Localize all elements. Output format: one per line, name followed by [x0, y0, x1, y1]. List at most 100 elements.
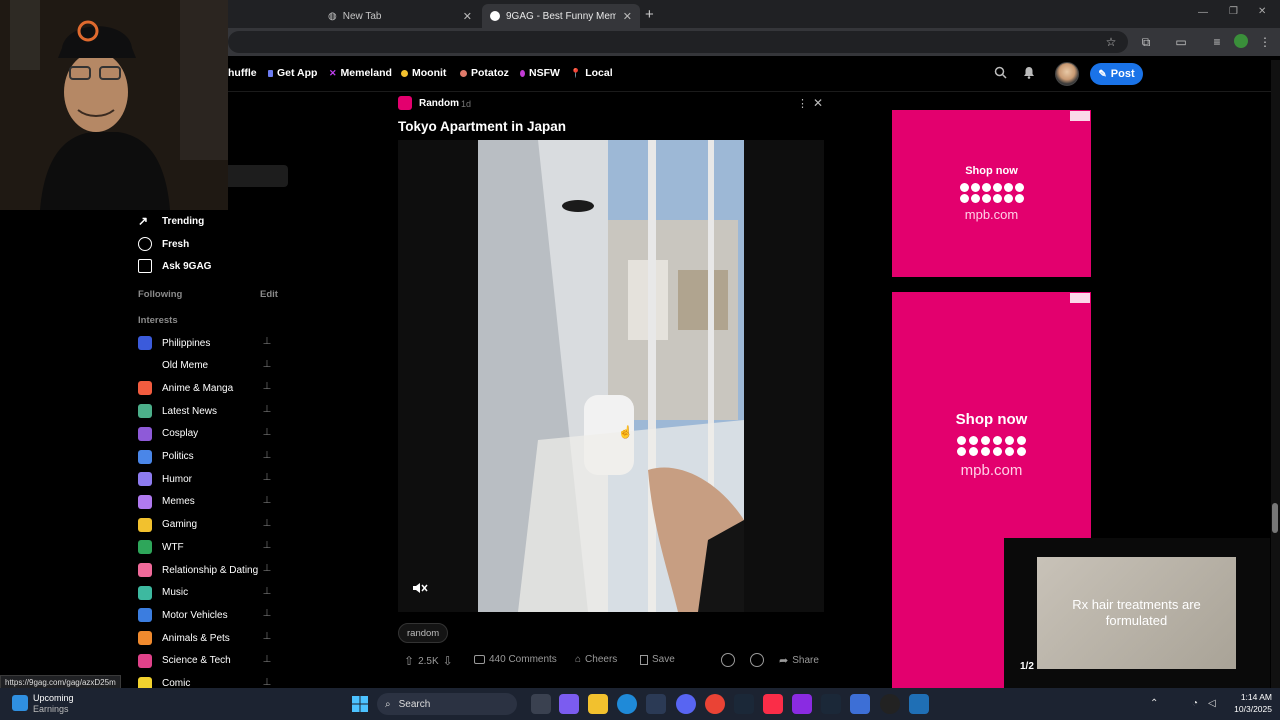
- mute-icon[interactable]: [412, 581, 430, 597]
- pin-icon[interactable]: ⊥: [262, 381, 272, 393]
- tab-9gag[interactable]: 9GAG - Best Funny Memes and ✕: [482, 4, 640, 28]
- obs-icon[interactable]: [880, 694, 900, 714]
- sidebar-interest-item[interactable]: Motor Vehicles: [138, 605, 228, 625]
- comments-button[interactable]: 440 Comments: [474, 654, 557, 665]
- sidebar-interest-item[interactable]: Science & Tech: [138, 651, 231, 671]
- clock-time[interactable]: 1:14 AM: [1232, 692, 1272, 702]
- sidebar-item-trending[interactable]: ↗ Trending: [138, 211, 204, 231]
- sidebar-interest-item[interactable]: Anime & Manga: [138, 378, 233, 398]
- sidebar-interest-item[interactable]: Relationship & Dating: [138, 560, 258, 580]
- close-tab-icon[interactable]: ✕: [623, 10, 632, 23]
- chrome-icon[interactable]: [705, 694, 725, 714]
- file-explorer-icon[interactable]: [588, 694, 608, 714]
- close-post-icon[interactable]: ✕: [813, 96, 823, 110]
- post-section-name[interactable]: Random: [419, 98, 459, 109]
- sidebar-interest-item[interactable]: Old Meme: [138, 356, 208, 376]
- pin-icon[interactable]: ⊥: [262, 540, 272, 552]
- steam-icon[interactable]: [734, 694, 754, 714]
- whatsapp-share-icon[interactable]: [721, 653, 735, 667]
- taskbar-search[interactable]: ⌕ Search: [377, 693, 517, 715]
- media-control-icon[interactable]: ≡: [1210, 35, 1224, 49]
- sidebar-interest-item[interactable]: Latest News: [138, 401, 217, 421]
- photos-icon[interactable]: [909, 694, 929, 714]
- task-view-icon[interactable]: [531, 694, 551, 714]
- pin-icon[interactable]: ⊥: [262, 518, 272, 530]
- nav-local[interactable]: 📍 Local: [570, 67, 613, 79]
- sidebar-interest-item[interactable]: Memes: [138, 492, 195, 512]
- nav-shuffle[interactable]: huffle: [228, 67, 257, 79]
- sidebar-item-ask-9gag[interactable]: Ask 9GAG: [138, 256, 211, 276]
- edit-following-button[interactable]: Edit: [260, 289, 278, 300]
- wifi-icon[interactable]: ◔: [1192, 698, 1198, 709]
- extensions-icon[interactable]: ⧉: [1139, 35, 1153, 49]
- share-button[interactable]: ➦ Share: [779, 654, 819, 667]
- nav-moonit[interactable]: Moonit: [401, 67, 446, 79]
- windows-start-icon[interactable]: [352, 696, 368, 712]
- copilot-icon[interactable]: [559, 694, 579, 714]
- bell-icon[interactable]: [1023, 66, 1035, 79]
- sidebar-interest-item[interactable]: Cosplay: [138, 424, 198, 444]
- discord-icon[interactable]: [676, 694, 696, 714]
- nav-potatoz[interactable]: Potatoz: [460, 67, 509, 79]
- close-window-icon[interactable]: ✕: [1258, 6, 1266, 17]
- browser-menu-icon[interactable]: ⋮: [1258, 35, 1272, 49]
- ad-banner-top[interactable]: Shop now mpb.com: [892, 110, 1091, 277]
- tray-chevron-icon[interactable]: ⌃: [1150, 698, 1158, 709]
- sidebar-interest-item[interactable]: WTF: [138, 537, 184, 557]
- post-tag[interactable]: random: [398, 623, 449, 643]
- minimize-icon[interactable]: —: [1198, 7, 1208, 18]
- maximize-icon[interactable]: ❐: [1229, 6, 1238, 17]
- pin-icon[interactable]: ⊥: [262, 654, 272, 666]
- music-icon[interactable]: [763, 694, 783, 714]
- steam-icon-2[interactable]: [821, 694, 841, 714]
- adchoices-icon[interactable]: [1070, 111, 1090, 121]
- nav-memeland[interactable]: ✕ Memeland: [329, 67, 392, 79]
- user-avatar[interactable]: [1055, 62, 1079, 86]
- sidebar-interest-item[interactable]: Politics: [138, 447, 194, 467]
- pin-icon[interactable]: ⊥: [262, 336, 272, 348]
- app-icon[interactable]: [850, 694, 870, 714]
- sidebar-search-box[interactable]: [228, 165, 288, 187]
- sidebar-interest-item[interactable]: Animals & Pets: [138, 628, 230, 648]
- scrollbar-thumb[interactable]: [1272, 503, 1278, 533]
- address-bar[interactable]: [228, 31, 1128, 53]
- edge-icon[interactable]: [617, 694, 637, 714]
- pin-icon[interactable]: ⊥: [262, 677, 272, 689]
- more-options-icon[interactable]: ⋮: [797, 97, 808, 110]
- sidebar-interest-item[interactable]: Music: [138, 583, 188, 603]
- sidebar-item-fresh[interactable]: Fresh: [138, 234, 189, 254]
- pin-icon[interactable]: ⊥: [262, 404, 272, 416]
- sidebar-interest-item[interactable]: Gaming: [138, 515, 197, 535]
- pin-icon[interactable]: ⊥: [262, 450, 272, 462]
- cheers-button[interactable]: ⌂ Cheers: [575, 654, 617, 665]
- upvote-icon[interactable]: ⇧: [404, 654, 414, 668]
- cast-icon[interactable]: ▭: [1174, 35, 1188, 49]
- downvote-icon[interactable]: ⇩: [443, 654, 453, 668]
- next-app-icon[interactable]: [792, 694, 812, 714]
- store-icon[interactable]: [646, 694, 666, 714]
- bookmark-star-icon[interactable]: ☆: [1104, 35, 1118, 49]
- pin-icon[interactable]: ⊥: [262, 563, 272, 575]
- pin-icon[interactable]: ⊥: [262, 608, 272, 620]
- clock-date[interactable]: 10/3/2025: [1228, 704, 1272, 714]
- save-button[interactable]: Save: [640, 654, 675, 665]
- pin-icon[interactable]: ⊥: [262, 427, 272, 439]
- close-tab-icon[interactable]: ✕: [463, 10, 472, 23]
- post-video-frame[interactable]: [478, 140, 744, 612]
- pin-icon[interactable]: ⊥: [262, 631, 272, 643]
- post-button[interactable]: ✎ Post: [1090, 63, 1143, 85]
- sidebar-interest-item[interactable]: Philippines: [138, 333, 210, 353]
- nav-nsfw[interactable]: NSFW: [520, 67, 560, 79]
- page-scrollbar[interactable]: [1271, 60, 1280, 688]
- stocks-widget-icon[interactable]: [12, 695, 28, 711]
- pin-icon[interactable]: ⊥: [262, 472, 272, 484]
- messenger-share-icon[interactable]: [750, 653, 764, 667]
- nav-get-app[interactable]: Get App: [268, 67, 317, 79]
- adchoices-icon[interactable]: [1070, 293, 1090, 303]
- volume-icon[interactable]: ◁: [1208, 698, 1216, 709]
- pin-icon[interactable]: ⊥: [262, 359, 272, 371]
- pin-icon[interactable]: ⊥: [262, 495, 272, 507]
- tab-new-tab[interactable]: ◍ New Tab ✕: [320, 4, 480, 28]
- profile-avatar-icon[interactable]: [1234, 34, 1248, 48]
- sidebar-interest-item[interactable]: Humor: [138, 469, 192, 489]
